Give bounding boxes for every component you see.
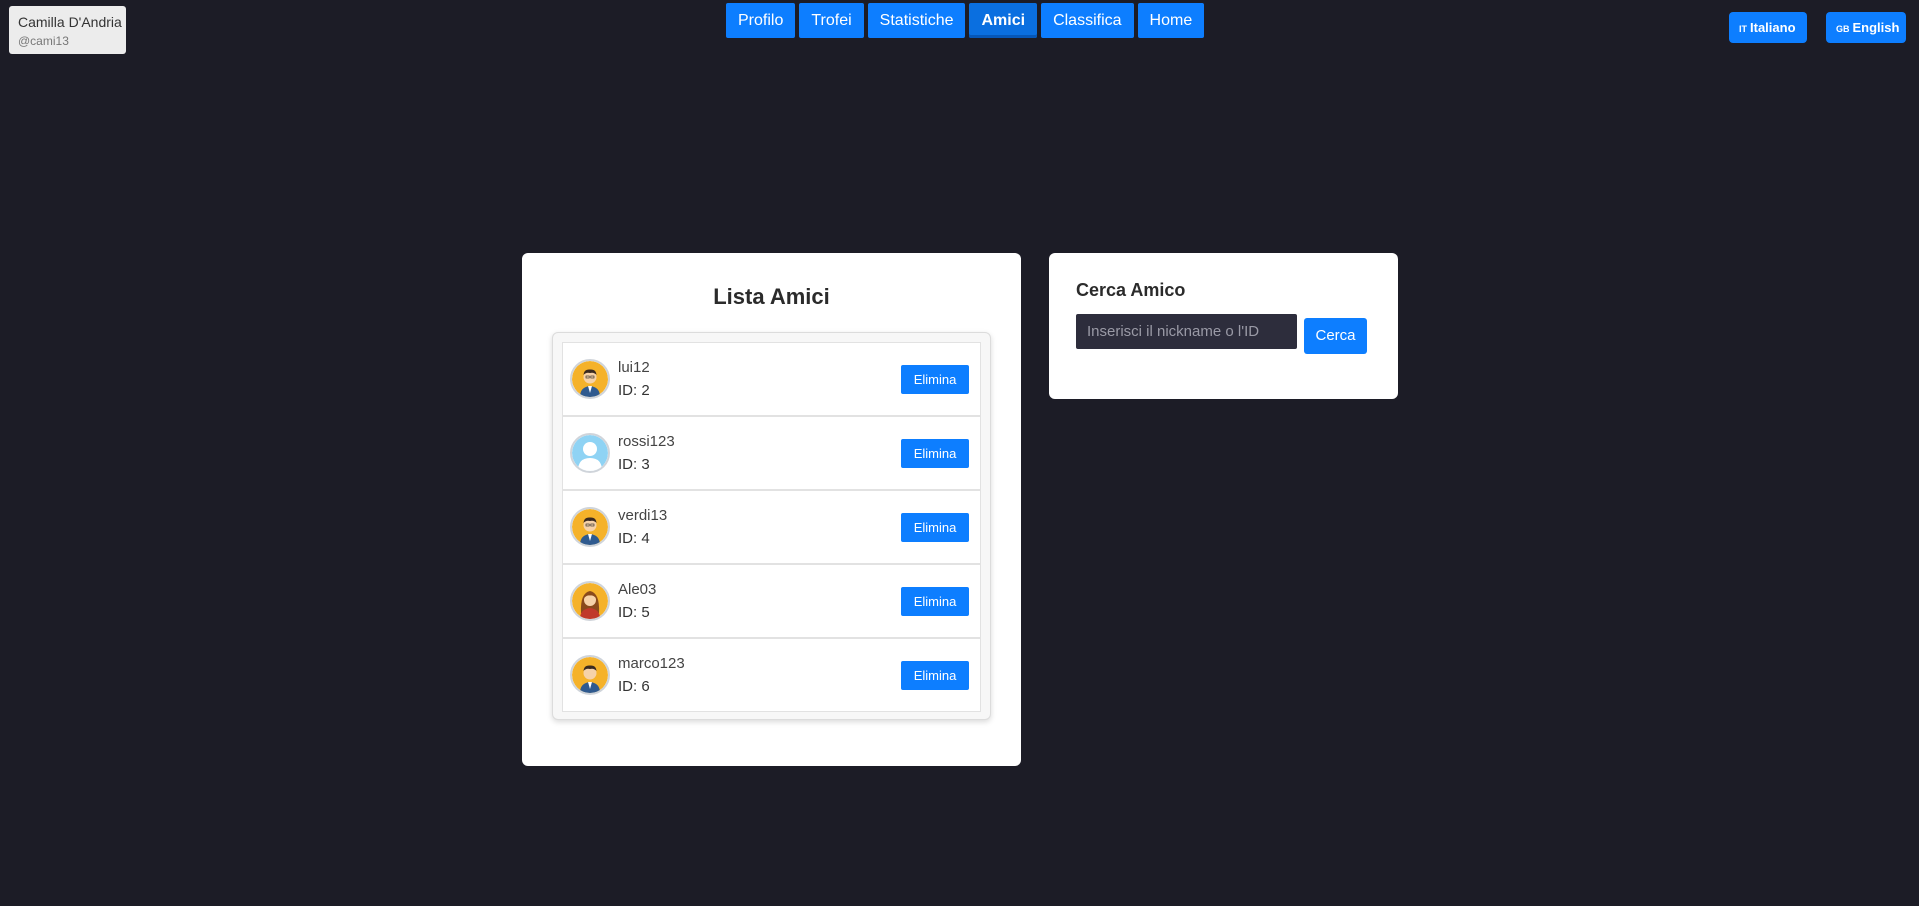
language-english-button[interactable]: GB English <box>1826 12 1906 43</box>
friend-name: lui12 <box>618 359 650 376</box>
friend-row: rossi123 ID: 3 Elimina <box>562 416 981 490</box>
friend-row: Ale03 ID: 5 Elimina <box>562 564 981 638</box>
nav-statistiche[interactable]: Statistiche <box>867 3 966 38</box>
delete-friend-button[interactable]: Elimina <box>901 512 969 542</box>
delete-friend-button[interactable]: Elimina <box>901 364 969 394</box>
friend-id: ID: 6 <box>618 678 650 695</box>
search-friend-panel: Cerca Amico Cerca <box>1049 253 1398 399</box>
user-handle: @cami13 <box>18 34 69 48</box>
friend-name: verdi13 <box>618 507 668 524</box>
nav-trofei[interactable]: Trofei <box>799 3 864 38</box>
search-friend-input[interactable] <box>1076 314 1297 349</box>
friend-id: ID: 3 <box>618 456 650 473</box>
search-button[interactable]: Cerca <box>1304 318 1367 354</box>
friend-id: ID: 4 <box>618 530 650 547</box>
friend-name: Ale03 <box>618 581 657 598</box>
delete-friend-button[interactable]: Elimina <box>901 438 969 468</box>
default-avatar-icon <box>570 433 610 473</box>
delete-friend-button[interactable]: Elimina <box>901 586 969 616</box>
male-avatar-icon <box>570 507 610 547</box>
user-name: Camilla D'Andria <box>18 14 122 30</box>
nav-profilo[interactable]: Profilo <box>726 3 796 38</box>
language-label: English <box>1852 20 1900 35</box>
search-title: Cerca Amico <box>1076 280 1186 300</box>
female-avatar-icon <box>570 581 610 621</box>
user-badge[interactable]: Camilla D'Andria @cami13 <box>9 6 126 54</box>
language-italian-button[interactable]: IT Italiano <box>1729 12 1807 43</box>
delete-friend-button[interactable]: Elimina <box>901 660 969 690</box>
friends-list: lui12 ID: 2 Elimina rossi123 ID: 3 Elimi… <box>552 332 991 720</box>
friends-title: Lista Amici <box>713 284 830 309</box>
friend-id: ID: 5 <box>618 604 650 621</box>
italy-flag-icon: IT <box>1739 24 1747 34</box>
uk-flag-icon: GB <box>1836 24 1850 34</box>
language-label: Italiano <box>1750 20 1796 35</box>
nav-amici[interactable]: Amici <box>969 3 1038 38</box>
friend-name: rossi123 <box>618 433 675 450</box>
nav-home[interactable]: Home <box>1137 3 1205 38</box>
main-nav: Profilo Trofei Statistiche Amici Classif… <box>726 3 1205 38</box>
friend-id: ID: 2 <box>618 382 650 399</box>
friend-row: verdi13 ID: 4 Elimina <box>562 490 981 564</box>
male-avatar-icon <box>570 359 610 399</box>
nav-classifica[interactable]: Classifica <box>1041 3 1134 38</box>
friend-row: marco123 ID: 6 Elimina <box>562 638 981 712</box>
friend-name: marco123 <box>618 655 685 672</box>
friend-row: lui12 ID: 2 Elimina <box>562 342 981 416</box>
friends-panel: Lista Amici lui12 ID: 2 Elimina rossi123… <box>522 253 1021 766</box>
male-avatar-icon <box>570 655 610 695</box>
